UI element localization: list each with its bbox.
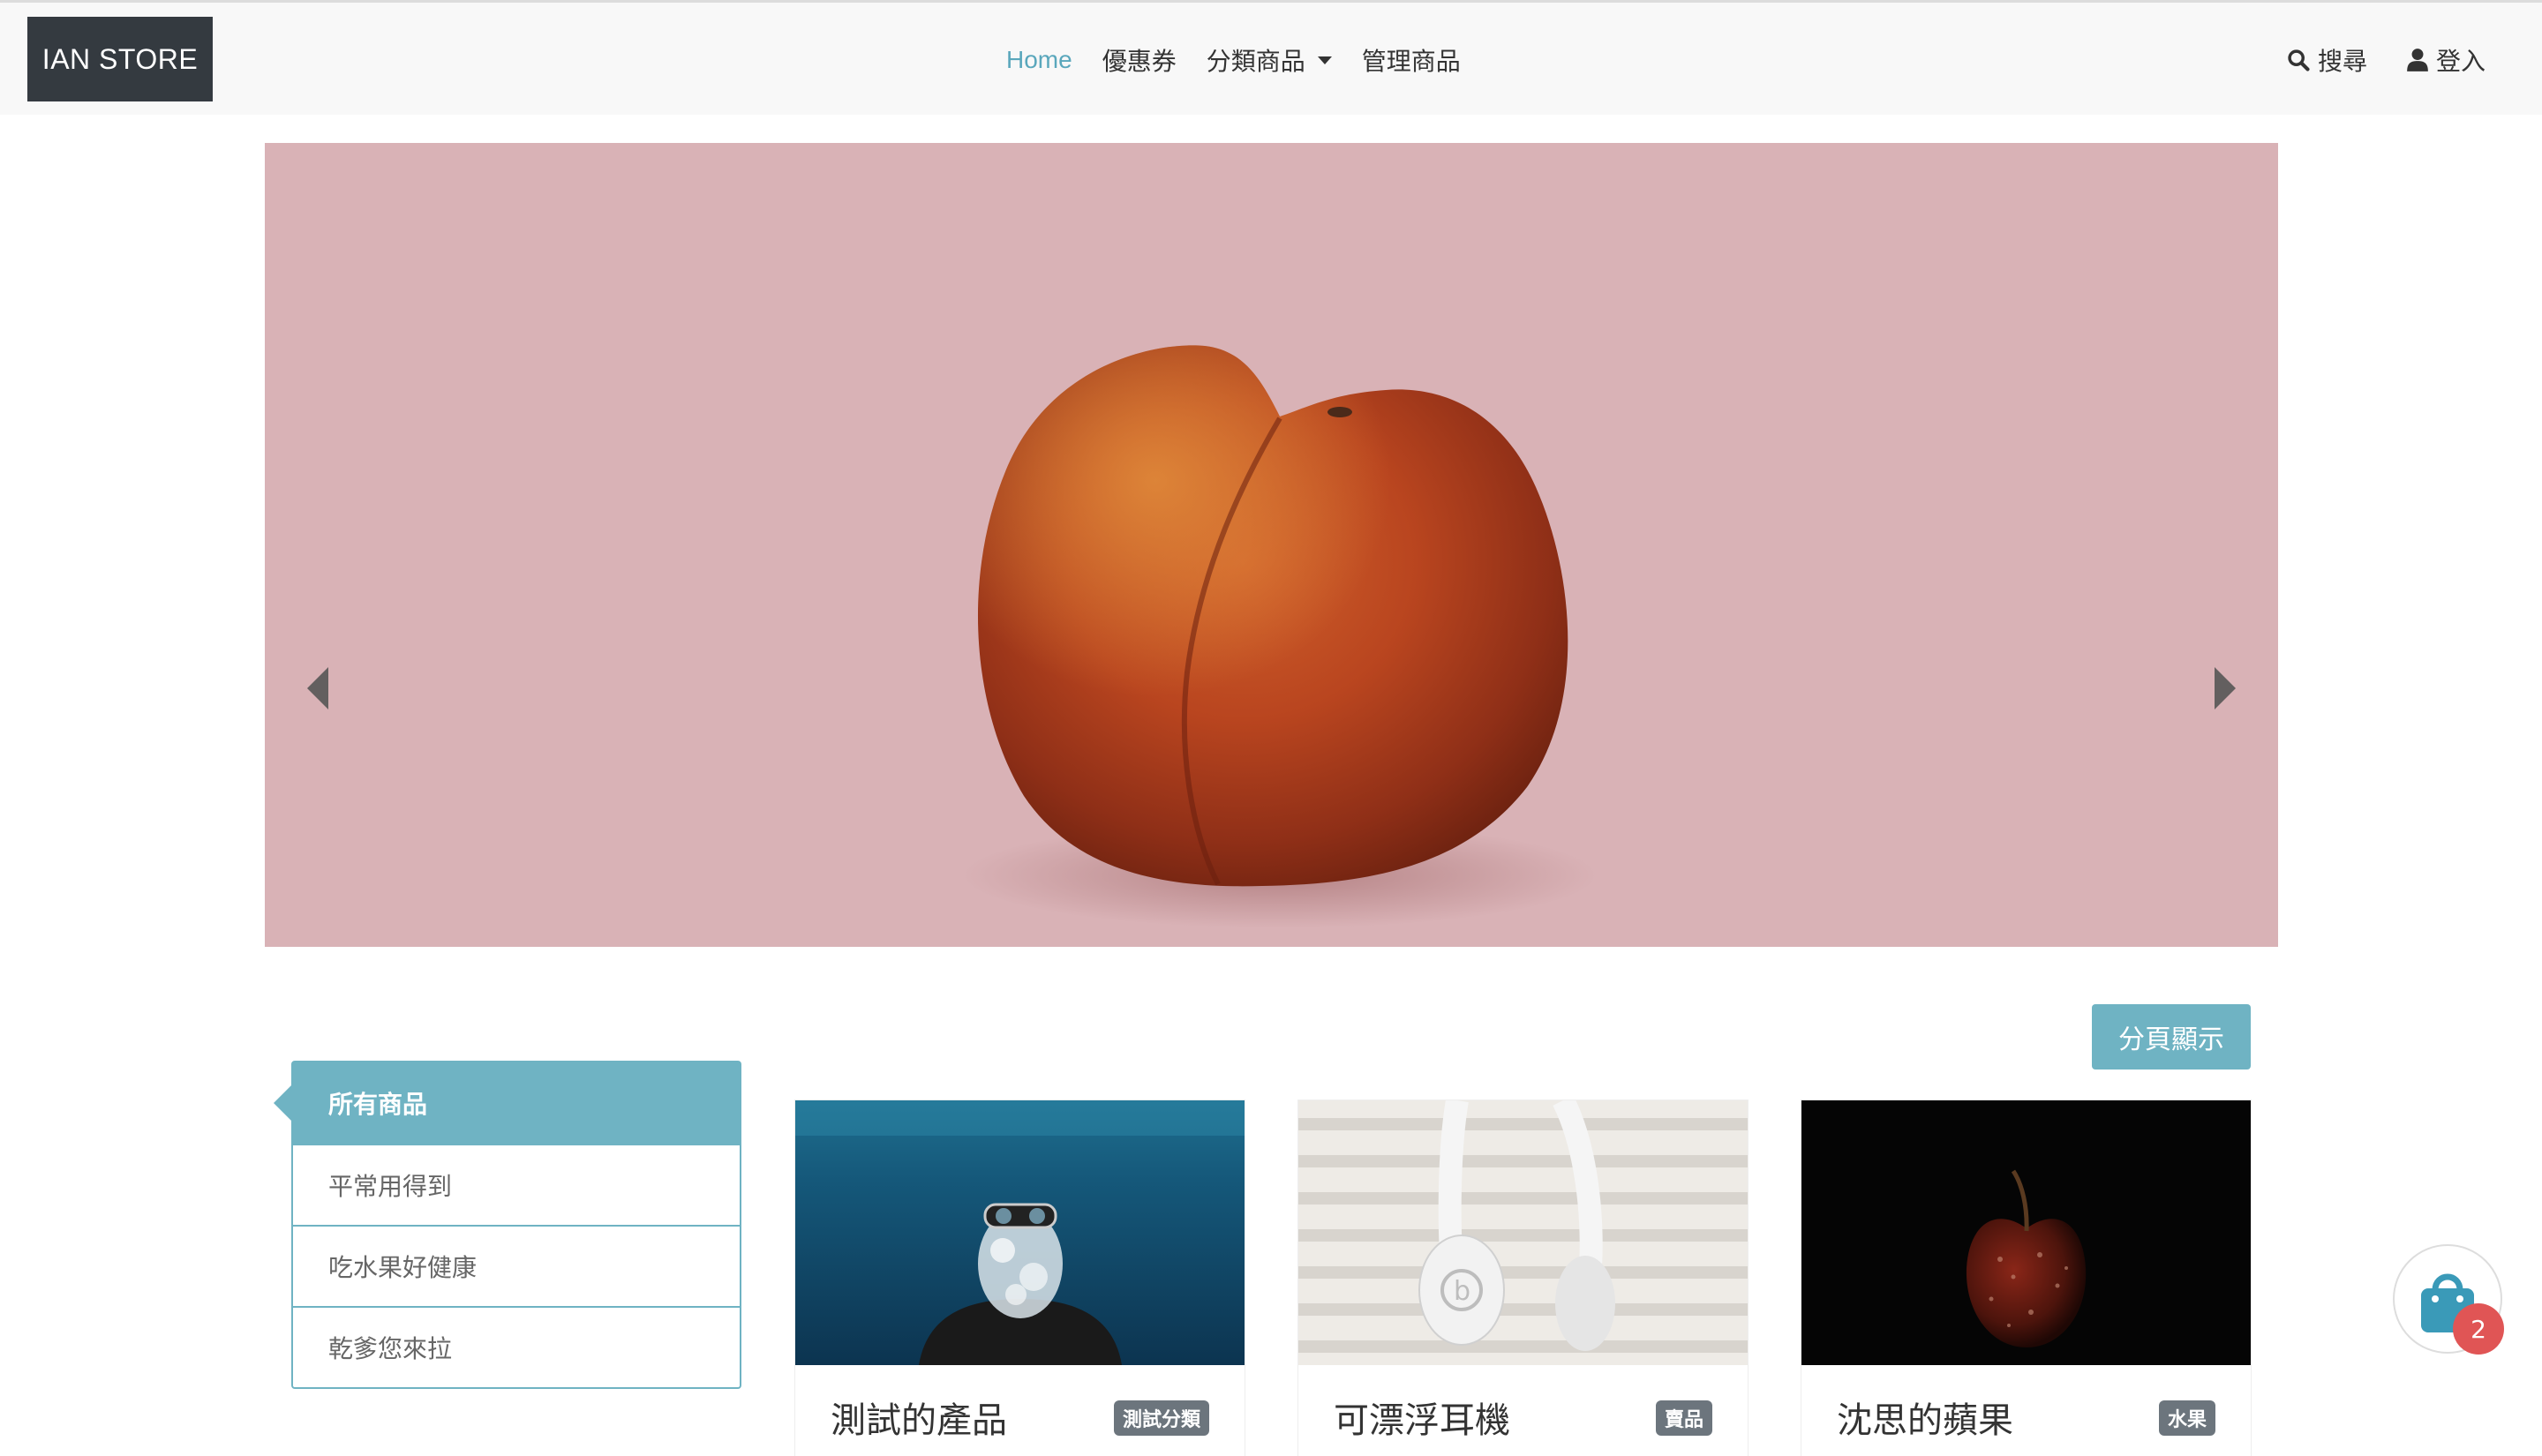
category-list: 所有商品 平常用得到 吃水果好健康 乾爹您來拉 xyxy=(274,1061,741,1389)
navbar: IAN STORE Home 優惠券 分類商品 管理商品 搜尋 登入 xyxy=(0,0,2542,115)
peach-image xyxy=(962,345,1598,928)
product-card[interactable]: b 可漂浮耳機 賣品 xyxy=(1297,1100,1749,1456)
diver-image xyxy=(795,1100,1245,1365)
hero-carousel xyxy=(265,143,2278,947)
product-image[interactable] xyxy=(795,1100,1245,1365)
product-card[interactable]: 測試的產品 測試分類 xyxy=(794,1100,1245,1456)
nav-home[interactable]: Home xyxy=(1006,46,1072,74)
nav-home-label: Home xyxy=(1006,46,1072,73)
svg-text:b: b xyxy=(1454,1276,1470,1307)
category-badge: 賣品 xyxy=(1655,1400,1712,1436)
search-link[interactable]: 搜尋 xyxy=(2286,42,2367,78)
category-item-sponsor[interactable]: 乾爹您來拉 xyxy=(293,1306,740,1387)
product-image[interactable]: b xyxy=(1298,1100,1748,1365)
category-badge: 水果 xyxy=(2158,1400,2215,1436)
nav-actions: 搜尋 登入 xyxy=(2286,3,2486,117)
carousel-next-icon[interactable] xyxy=(2207,664,2243,713)
cart-count-badge: 2 xyxy=(2453,1303,2504,1355)
category-item-all[interactable]: 所有商品 xyxy=(274,1062,740,1144)
nav-categories-label: 分類商品 xyxy=(1206,47,1305,76)
nav-manage-label: 管理商品 xyxy=(1361,47,1461,76)
category-item-daily[interactable]: 平常用得到 xyxy=(293,1144,740,1225)
pagination-toggle-button[interactable]: 分頁顯示 xyxy=(2092,1004,2251,1069)
search-label: 搜尋 xyxy=(2317,47,2367,76)
category-badge: 測試分類 xyxy=(1113,1400,1209,1436)
brand-logo[interactable]: IAN STORE xyxy=(27,17,213,101)
nav-coupons[interactable]: 優惠券 xyxy=(1102,42,1177,78)
main-nav: Home 優惠券 分類商品 管理商品 xyxy=(1006,3,1461,117)
product-title[interactable]: 沈思的蘋果 xyxy=(1837,1392,2013,1443)
login-link[interactable]: 登入 xyxy=(2406,42,2486,78)
product-title[interactable]: 測試的產品 xyxy=(831,1392,1007,1443)
login-label: 登入 xyxy=(2435,47,2486,76)
nav-coupons-label: 優惠券 xyxy=(1102,47,1177,76)
user-icon xyxy=(2407,49,2428,71)
page: IAN STORE Home 優惠券 分類商品 管理商品 搜尋 登入 分頁顯示 … xyxy=(0,0,2542,1456)
product-card[interactable]: 沈思的蘋果 水果 xyxy=(1801,1100,2252,1456)
product-title[interactable]: 可漂浮耳機 xyxy=(1334,1392,1510,1443)
nav-manage-products[interactable]: 管理商品 xyxy=(1362,42,1461,78)
product-image[interactable] xyxy=(1801,1100,2251,1365)
apple-image xyxy=(1801,1100,2251,1365)
caret-down-icon xyxy=(1317,56,1332,64)
search-icon xyxy=(2288,49,2310,71)
nav-categories-dropdown[interactable]: 分類商品 xyxy=(1207,42,1332,78)
category-item-fruit[interactable]: 吃水果好健康 xyxy=(293,1225,740,1306)
headphones-image: b xyxy=(1298,1100,1748,1365)
carousel-prev-icon[interactable] xyxy=(300,664,335,713)
